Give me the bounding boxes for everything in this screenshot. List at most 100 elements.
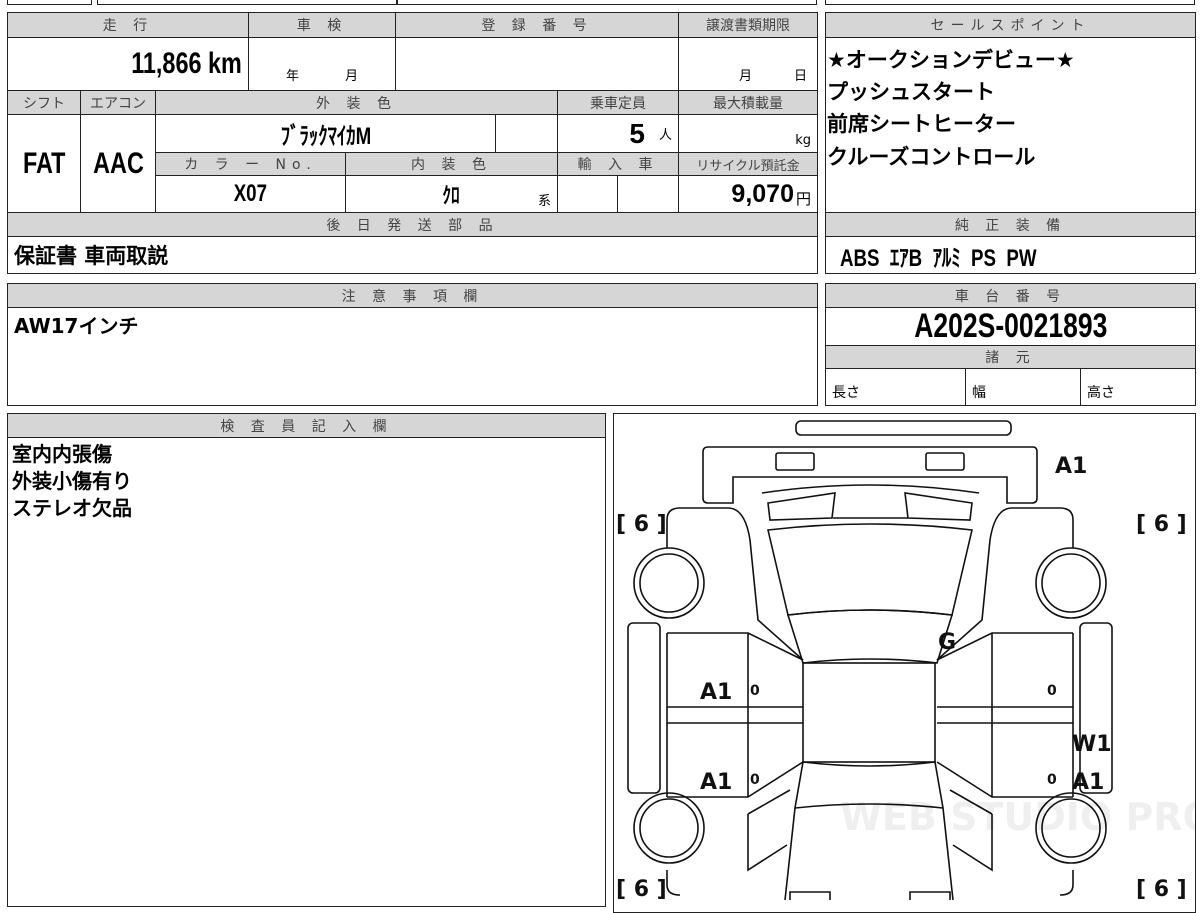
wheel-rl [633,792,705,864]
transfer-deadline-label: 譲渡書類期限 [678,12,818,38]
door-mark: 0 [1047,683,1057,699]
color-no-label: カ ラ ー No. [155,152,346,176]
tire-rl-grade: [ 6 ] [616,877,667,902]
right-rear-door-grade-2: A1 [1072,770,1104,795]
inspector-line: 外装小傷有り [12,469,132,493]
exterior-color-value: ﾌﾞﾗｯｸﾏｲｶM [155,114,496,153]
chassis-number-text: A202S-0021893 [913,307,1108,345]
equipment-value: ABS ｴｱB ｱﾙﾐ PS PW [825,236,1196,274]
top-partial-cell [397,0,817,5]
tire-fl-grade: [ 6 ] [616,512,667,537]
inspector-line: 室内内張傷 [12,442,112,466]
wheel-fl [633,547,705,619]
equipment-text: ABS ｴｱB ｱﾙﾐ PS PW [840,244,1037,272]
exterior-color-label: 外 装 色 [155,90,558,115]
spec-width: 幅 [965,368,1081,406]
day-unit: 日 [793,69,807,84]
headlight-right [925,452,965,471]
door-mark: 0 [1047,772,1057,788]
specs-label: 諸 元 [825,345,1196,369]
car-diagram: A1 [ 6 ] [ 6 ] [ 6 ] [ 6 ] G A1 A1 W1 A1… [616,420,1196,902]
recycle-label: リサイクル預託金 [678,152,818,176]
inspection-label: 車 検 [248,12,396,38]
sales-points-label: セールスポイント [825,12,1196,38]
chassis-label: 車 台 番 号 [825,283,1196,308]
interior-color-label: 内 装 色 [345,152,558,176]
sales-point-item: ★オークションデビュー★ [827,48,1075,72]
sales-point-item: 前席シートヒーター [827,112,1016,136]
inspector-label: 検 査 員 記 入 欄 [7,413,606,438]
shift-text: FAT [22,146,66,180]
ac-text: AAC [92,146,144,180]
tire-fr-grade: [ 6 ] [1136,512,1187,537]
mileage-value: 11,866 km [7,37,249,91]
door-mark: 0 [750,683,760,699]
mileage-text: 11,866 km [131,47,242,80]
transfer-deadline-value: 月日 [678,37,818,91]
windshield-shape [786,609,954,664]
later-parts-value: 保証書 車両取説 [7,236,818,274]
watermark: WEB STUDIO PRO [840,795,1196,839]
capacity-value: 5人 [557,114,679,153]
max-load-unit: kg [795,133,811,148]
notes-text: AW17インチ [14,314,139,338]
capacity-label: 乗車定員 [557,90,679,115]
right-side-sill [1079,622,1113,794]
door-mark: 0 [750,772,760,788]
exterior-color-text: ﾌﾞﾗｯｸﾏｲｶM [280,123,371,150]
damage-diagram: A1 [ 6 ] [ 6 ] [ 6 ] [ 6 ] G A1 A1 W1 A1… [613,413,1196,913]
ac-value: AAC [80,114,156,213]
registration-label: 登 録 番 号 [395,12,679,38]
front-panel-shape [702,446,1038,504]
inspection-value: 年月 [248,37,396,91]
recycle-unit: 円 [795,191,811,208]
mileage-label: 走 行 [7,12,249,38]
interior-color-text: ｸﾛ [442,183,461,208]
chassis-number: A202S-0021893 [825,307,1196,346]
left-front-door-grade: A1 [700,680,732,705]
inspector-line: ステレオ欠品 [12,496,132,520]
wheel-fr [1035,547,1107,619]
color-no-value: X07 [155,175,346,213]
registration-value [395,37,679,91]
recycle-text: 9,070 [731,180,794,208]
top-partial-cell [97,0,397,5]
import-value-2 [617,175,679,213]
front-bumper-shape [795,420,1012,436]
ac-label: エアコン [80,90,156,115]
right-front-fender [936,507,1074,661]
month-unit: 月 [345,69,359,84]
equipment-label: 純 正 装 備 [825,212,1196,237]
hood-shape [767,523,973,616]
interior-suffix: 系 [537,193,551,208]
month-unit: 月 [738,69,752,84]
top-partial-cell [7,0,92,5]
sales-point-item: プッシュスタート [827,80,995,104]
front-bumper-grade: A1 [1055,454,1087,479]
front-grille [761,484,980,521]
left-rear-door-grade: A1 [700,770,732,795]
left-doors [666,632,804,798]
roof-shape [802,662,936,763]
interior-color-value: ｸﾛ 系 [345,175,558,213]
right-rear-door-grade-1: W1 [1072,732,1112,757]
shift-value: FAT [7,114,81,213]
shift-label: シフト [7,90,81,115]
left-side-sill [627,622,661,794]
spec-height: 高さ [1080,368,1196,406]
year-unit: 年 [285,69,299,84]
recycle-value: 9,070 円 [678,175,818,213]
spec-length: 長さ [825,368,966,406]
later-parts-label: 後 日 発 送 部 品 [7,212,818,237]
headlight-left [775,452,815,471]
notes-label: 注 意 事 項 欄 [7,283,818,308]
import-value-1 [557,175,618,213]
windshield-grade: G [938,630,956,655]
sales-point-item: クルーズコントロール [827,145,1036,169]
capacity-unit: 人 [658,127,672,142]
left-front-fender [666,507,804,661]
max-load-value: kg [678,114,818,153]
max-load-label: 最大積載量 [678,90,818,115]
top-partial-cell [825,0,1195,5]
color-no-text: X07 [233,180,268,207]
